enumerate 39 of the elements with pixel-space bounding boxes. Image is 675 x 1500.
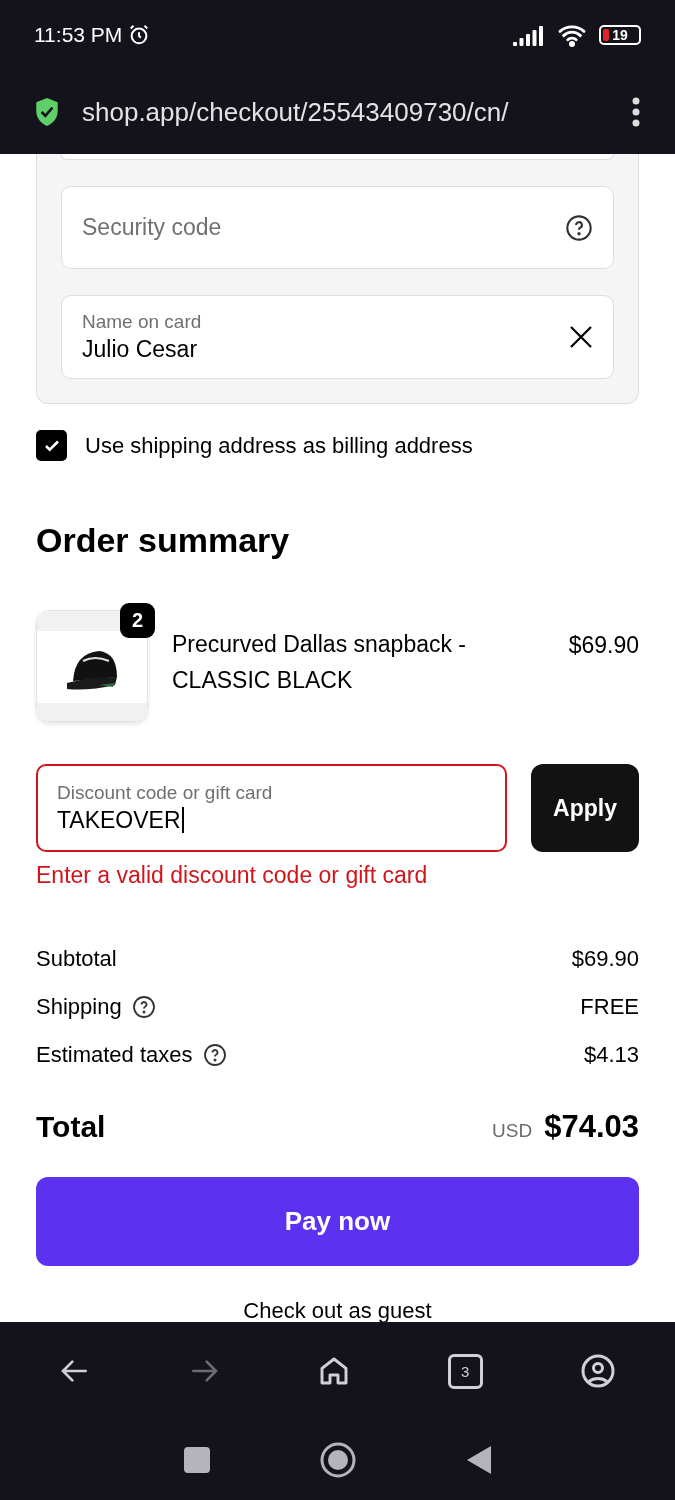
help-icon[interactable] [202, 1043, 227, 1067]
security-code-field[interactable]: Security code [61, 186, 614, 269]
error-message: Enter a valid discount code or gift card [36, 862, 428, 888]
checkbox-label: Use shipping address as billing address [85, 432, 473, 459]
help-icon[interactable] [131, 995, 156, 1019]
apply-button[interactable]: Apply [531, 764, 639, 852]
shield-check-icon[interactable] [34, 97, 60, 127]
name-on-card-field[interactable]: Name on card Julio Cesar [61, 295, 614, 379]
back-button-icon[interactable] [465, 1445, 492, 1475]
more-options-icon[interactable] [631, 97, 641, 127]
clock-time: 11:53 PM [34, 23, 123, 47]
discount-code-field[interactable]: Discount code or gift card TAKEOVER [36, 764, 507, 852]
home-button-icon[interactable] [319, 1442, 356, 1478]
total-label: Total [36, 1110, 106, 1144]
summary-label: Subtotal [36, 946, 117, 972]
wifi-icon [557, 23, 587, 47]
summary-value: $69.90 [571, 946, 639, 972]
summary-label: Estimated taxes [36, 1042, 193, 1068]
battery-icon: 19 [599, 25, 641, 45]
home-icon[interactable] [318, 1355, 350, 1387]
account-icon[interactable] [580, 1353, 617, 1389]
tabs-button[interactable]: 3 [447, 1353, 483, 1389]
currency-code: USD [492, 1120, 533, 1142]
signal-icon [513, 24, 545, 46]
product-name: Precurved Dallas snapback - CLASSIC BLACK [172, 630, 468, 695]
summary-value: $4.13 [583, 1042, 639, 1068]
close-icon[interactable] [569, 325, 593, 349]
recent-apps-icon[interactable] [183, 1447, 210, 1473]
summary-label: Shipping [36, 994, 122, 1020]
section-title: Order summary [36, 521, 291, 560]
product-price: $69.90 [568, 632, 639, 659]
summary-value: FREE [580, 994, 639, 1020]
guest-checkout-link[interactable]: Check out as guest [36, 1298, 639, 1322]
quantity-badge: 2 [120, 603, 155, 638]
help-icon[interactable] [565, 213, 593, 242]
total-amount: $74.03 [544, 1109, 639, 1145]
text-field[interactable] [61, 154, 614, 160]
pay-now-button[interactable]: Pay now [36, 1177, 639, 1266]
checkbox[interactable] [36, 430, 67, 461]
